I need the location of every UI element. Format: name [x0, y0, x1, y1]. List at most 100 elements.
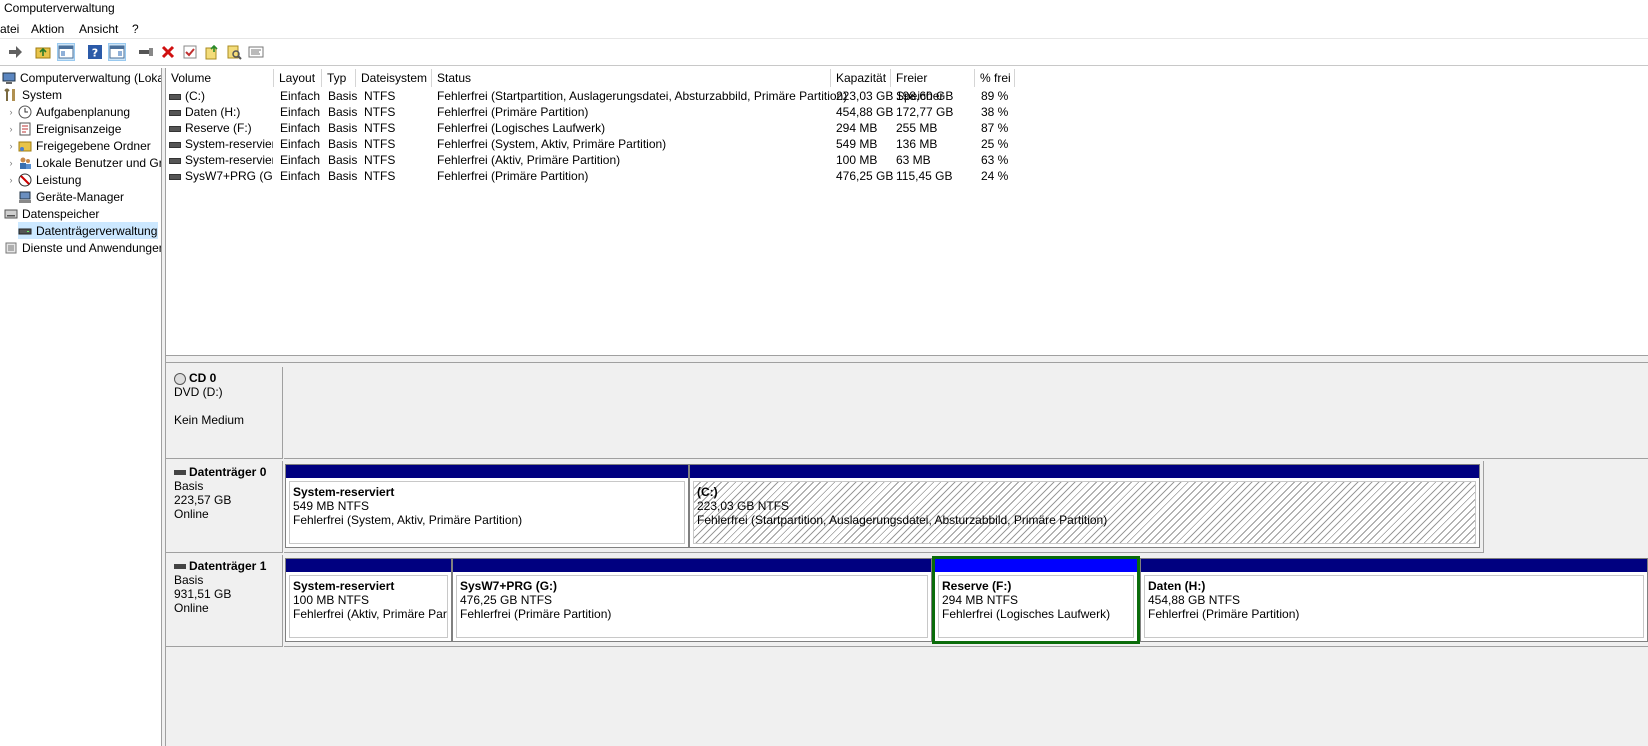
- disk-label-cd0[interactable]: CD 0 DVD (D:) Kein Medium: [166, 367, 283, 459]
- tree-item-computer-management[interactable]: Computerverwaltung (Lokal): [2, 69, 161, 86]
- menu-datei[interactable]: atei: [0, 22, 19, 36]
- menu-ansicht[interactable]: Ansicht: [79, 22, 118, 36]
- cd-drive-icon: [174, 372, 186, 385]
- tree-item-label: Dienste und Anwendungen: [22, 240, 162, 255]
- disk-drive: DVD (D:): [174, 385, 223, 399]
- column-header-filesystem[interactable]: Dateisystem: [356, 69, 432, 87]
- partition-type-bar: [935, 559, 1137, 572]
- tree-item-services-apps[interactable]: Dienste und Anwendungen: [4, 239, 162, 256]
- check-icon[interactable]: [181, 43, 199, 61]
- tree-item-disk-management[interactable]: Datenträgerverwaltung: [18, 222, 158, 239]
- partition-system-reserved-disk0[interactable]: System-reserviert 549 MB NTFS Fehlerfrei…: [285, 464, 689, 548]
- forward-arrow-icon[interactable]: [6, 43, 24, 61]
- partition-size: 223,03 GB NTFS: [697, 499, 790, 513]
- cd0-area: [284, 367, 1648, 459]
- services-icon: [4, 241, 18, 255]
- export-icon[interactable]: [203, 43, 221, 61]
- tree-item-performance[interactable]: › Leistung: [6, 171, 82, 188]
- search-icon[interactable]: [225, 43, 243, 61]
- column-header-volume[interactable]: Volume: [166, 69, 274, 87]
- help-icon[interactable]: ?: [86, 43, 104, 61]
- view-icon[interactable]: [108, 43, 126, 61]
- cell-filesystem: NTFS: [364, 105, 396, 119]
- title-bar: Computerverwaltung: [0, 0, 1648, 18]
- cell-status: Fehlerfrei (Primäre Partition): [437, 169, 589, 183]
- table-row[interactable]: System-reserviert Einfach Basis NTFS Feh…: [166, 152, 1016, 168]
- partition-status: Fehlerfrei (Startpartition, Auslagerungs…: [697, 513, 1108, 527]
- tree-item-event-viewer[interactable]: › Ereignisanzeige: [6, 120, 122, 137]
- tree-item-label: Aufgabenplanung: [36, 104, 131, 119]
- shared-folder-icon: [18, 139, 32, 153]
- partition-title: Reserve (F:): [942, 579, 1012, 593]
- partition-c[interactable]: (C:) 223,03 GB NTFS Fehlerfrei (Startpar…: [689, 464, 1480, 548]
- volume-list-header: Volume Layout Typ Dateisystem Status Kap…: [166, 69, 1648, 103]
- cell-percent-free: 38 %: [981, 105, 1009, 119]
- table-row[interactable]: Reserve (F:) Einfach Basis NTFS Fehlerfr…: [166, 120, 1016, 136]
- column-header-capacity[interactable]: Kapazität: [831, 69, 891, 87]
- chevron-right-icon[interactable]: ›: [6, 124, 16, 134]
- partition-g[interactable]: SysW7+PRG (G:) 476,25 GB NTFS Fehlerfrei…: [452, 558, 932, 642]
- svg-text:?: ?: [92, 47, 98, 60]
- menu-help[interactable]: ?: [132, 22, 139, 36]
- horizontal-splitter[interactable]: [166, 355, 1648, 363]
- partition-size: 454,88 GB NTFS: [1148, 593, 1241, 607]
- tree-item-storage[interactable]: Datenspeicher: [4, 205, 99, 222]
- cell-free-space: 115,45 GB: [896, 169, 953, 183]
- chevron-right-icon[interactable]: ›: [6, 141, 16, 151]
- table-row[interactable]: Daten (H:) Einfach Basis NTFS Fehlerfrei…: [166, 104, 1016, 120]
- event-viewer-icon: [18, 122, 32, 136]
- column-header-percent-free[interactable]: % frei: [975, 69, 1015, 87]
- disk-medium-status: Kein Medium: [174, 413, 245, 427]
- delete-icon[interactable]: [159, 43, 177, 61]
- column-header-status[interactable]: Status: [432, 69, 831, 87]
- table-row[interactable]: (C:) Einfach Basis NTFS Fehlerfrei (Star…: [166, 88, 1016, 104]
- cell-filesystem: NTFS: [364, 137, 396, 151]
- window-title: Computerverwaltung: [4, 1, 115, 15]
- cell-status: Fehlerfrei (Startpartition, Auslagerungs…: [437, 89, 848, 103]
- disk-management-icon: [18, 224, 32, 238]
- volume-name: Reserve (F:): [185, 121, 252, 135]
- column-header-layout[interactable]: Layout: [274, 69, 322, 87]
- folder-up-icon[interactable]: [34, 43, 52, 61]
- tree-item-device-manager[interactable]: Geräte-Manager: [18, 188, 124, 205]
- column-header-type[interactable]: Typ: [322, 69, 356, 87]
- connect-icon[interactable]: [137, 43, 155, 61]
- tree-item-system[interactable]: System: [4, 86, 62, 103]
- cell-type: Basis: [328, 121, 358, 135]
- disk0-partitions: System-reserviert 549 MB NTFS Fehlerfrei…: [284, 461, 1484, 553]
- disk-label-disk1[interactable]: Datenträger 1 Basis 931,51 GB Online: [166, 555, 283, 647]
- cell-free-space: 172,77 GB: [896, 105, 954, 119]
- column-header-free-space[interactable]: Freier Speicher: [891, 69, 975, 103]
- partition-status: Fehlerfrei (Primäre Partition): [460, 607, 612, 621]
- tree-item-label: Datenträgerverwaltung: [36, 223, 158, 238]
- disk-name: CD 0: [189, 371, 217, 385]
- chevron-right-icon[interactable]: ›: [6, 158, 16, 168]
- cell-volume: (C:): [169, 88, 273, 104]
- partition-body: Daten (H:) 454,88 GB NTFS Fehlerfrei (Pr…: [1144, 575, 1644, 638]
- tree-item-shared-folders[interactable]: › Freigegebene Ordner: [6, 137, 151, 154]
- tree-item-task-scheduler[interactable]: › Aufgabenplanung: [6, 103, 131, 120]
- cell-status: Fehlerfrei (Logisches Laufwerk): [437, 121, 606, 135]
- properties-icon[interactable]: [247, 43, 265, 61]
- volume-name: SysW7+PRG (G:): [185, 169, 273, 183]
- cell-capacity: 294 MB: [836, 121, 878, 135]
- disk-name: Datenträger 0: [189, 465, 267, 479]
- partition-f[interactable]: Reserve (F:) 294 MB NTFS Fehlerfrei (Log…: [932, 556, 1140, 644]
- volume-icon: [169, 173, 181, 180]
- computer-management-icon: [2, 71, 16, 85]
- cell-filesystem: NTFS: [364, 153, 396, 167]
- partition-body: (C:) 223,03 GB NTFS Fehlerfrei (Startpar…: [693, 481, 1476, 544]
- tree-item-local-users[interactable]: › Lokale Benutzer und Gru: [6, 154, 162, 171]
- disk-name: Datenträger 1: [189, 559, 267, 573]
- disk-size: 931,51 GB: [174, 587, 232, 601]
- partition-h[interactable]: Daten (H:) 454,88 GB NTFS Fehlerfrei (Pr…: [1140, 558, 1648, 642]
- table-row[interactable]: System-reserviert Einfach Basis NTFS Feh…: [166, 136, 1016, 152]
- chevron-right-icon[interactable]: ›: [6, 107, 16, 117]
- menu-aktion[interactable]: Aktion: [31, 22, 64, 36]
- console-tree-icon[interactable]: [57, 43, 75, 61]
- tree-item-label: Lokale Benutzer und Gru: [36, 155, 162, 170]
- partition-system-reserved-disk1[interactable]: System-reserviert 100 MB NTFS Fehlerfrei…: [285, 558, 452, 642]
- table-row[interactable]: SysW7+PRG (G:) Einfach Basis NTFS Fehler…: [166, 168, 1016, 184]
- chevron-right-icon[interactable]: ›: [6, 175, 16, 185]
- disk-label-disk0[interactable]: Datenträger 0 Basis 223,57 GB Online: [166, 461, 283, 553]
